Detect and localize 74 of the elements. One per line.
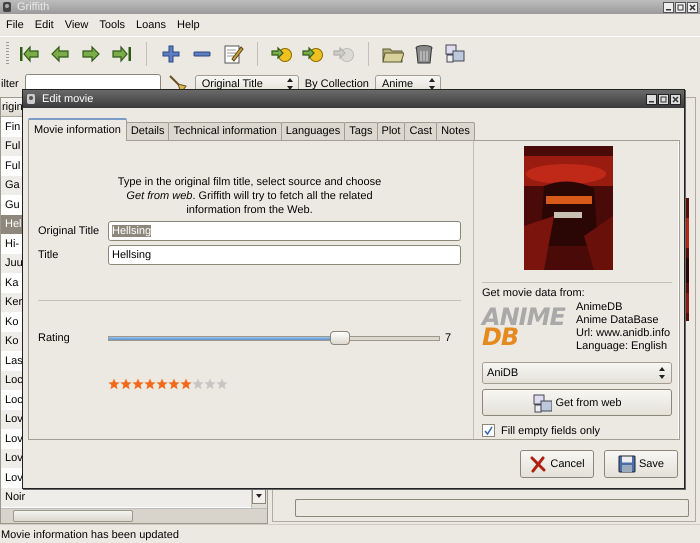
checkbox-label: Fill empty fields only xyxy=(501,424,600,436)
text-field[interactable]: Hellsing xyxy=(108,245,461,265)
plus-icon[interactable] xyxy=(160,43,182,65)
tab[interactable]: Tags xyxy=(344,122,378,140)
source-heading: Get movie data from: xyxy=(482,287,586,299)
text-field[interactable]: Hellsing xyxy=(108,221,461,241)
tab[interactable]: Plot xyxy=(376,122,406,140)
trash-icon[interactable] xyxy=(413,43,435,65)
tab[interactable]: Technical information xyxy=(168,122,282,140)
status-bar: Movie information has been updated xyxy=(0,524,700,543)
close-button[interactable] xyxy=(670,94,681,104)
tab[interactable]: Notes xyxy=(436,122,475,140)
maximize-button[interactable] xyxy=(658,94,669,104)
horizontal-scrollbar[interactable] xyxy=(1,508,267,523)
collection-label: By Collection xyxy=(304,78,369,90)
source-info: Anime DataBase xyxy=(576,314,660,327)
windows-icon xyxy=(532,392,552,412)
cancel-button[interactable]: Cancel xyxy=(520,450,594,478)
anime-db-logo: ANIME DB xyxy=(482,307,566,347)
window-title: Griffith xyxy=(17,1,50,13)
save-button[interactable]: Save xyxy=(604,450,678,478)
dialog-title: Edit movie xyxy=(42,93,94,105)
app-icon xyxy=(2,1,12,13)
star-icon xyxy=(156,378,168,390)
rating-value: 7 xyxy=(445,332,452,344)
field-label: Title xyxy=(38,249,60,261)
forward-arrow-icon[interactable] xyxy=(80,43,102,65)
checkbox[interactable] xyxy=(482,424,495,437)
source-combo[interactable]: AniDB xyxy=(482,362,672,384)
check-icon xyxy=(484,426,493,435)
source-info: AnimeDB xyxy=(576,301,624,314)
star-icon xyxy=(216,378,228,390)
tab[interactable]: Movie information xyxy=(28,118,127,141)
instructions-text: Type in the original film title, select source and choose Get from web. Griffith will try to fetch all the related information from the Web. xyxy=(116,175,382,217)
source-info: Url: www.anidb.info xyxy=(576,327,670,340)
toolbar-handle[interactable] xyxy=(6,42,9,66)
app-icon xyxy=(26,93,36,105)
notepad-icon[interactable] xyxy=(222,43,244,65)
star-icon xyxy=(204,378,216,390)
last-icon[interactable] xyxy=(111,43,133,65)
maximize-button[interactable] xyxy=(675,2,686,12)
tab[interactable]: Languages xyxy=(280,122,346,140)
minimize-button[interactable] xyxy=(646,94,657,104)
filter-label: ilter xyxy=(1,78,19,90)
back-arrow-icon[interactable] xyxy=(49,43,71,65)
source-info: Language: English xyxy=(576,340,668,353)
slider-thumb[interactable] xyxy=(330,331,350,345)
star-icon xyxy=(144,378,156,390)
close-button[interactable] xyxy=(687,2,698,12)
x-icon xyxy=(529,455,548,473)
tab[interactable]: Details xyxy=(126,122,170,140)
menu-item[interactable]: Help xyxy=(172,17,206,33)
star-icon xyxy=(108,378,120,390)
rating-label: Rating xyxy=(38,332,71,344)
floppy-icon xyxy=(618,455,636,473)
menu-item[interactable]: View xyxy=(60,17,94,33)
menu-item[interactable]: Tools xyxy=(94,17,132,33)
collection-button[interactable] xyxy=(295,499,689,517)
updown-icon xyxy=(658,366,666,380)
field-label: Original Title xyxy=(38,225,100,237)
windows-icon[interactable] xyxy=(444,43,466,65)
star-icon xyxy=(168,378,180,390)
menu-item[interactable]: Edit xyxy=(30,17,60,33)
star-icon xyxy=(120,378,132,390)
star-icon xyxy=(192,378,204,390)
menu-item[interactable]: File xyxy=(1,17,30,33)
star-icon xyxy=(180,378,192,390)
menu-item[interactable]: Loans xyxy=(131,17,172,33)
rating-slider[interactable] xyxy=(108,331,440,345)
star-icon xyxy=(132,378,144,390)
tab[interactable]: Cast xyxy=(404,122,438,140)
first-icon[interactable] xyxy=(18,43,40,65)
get-from-web-button[interactable]: Get from web xyxy=(482,389,672,416)
minimize-button[interactable] xyxy=(663,2,674,12)
